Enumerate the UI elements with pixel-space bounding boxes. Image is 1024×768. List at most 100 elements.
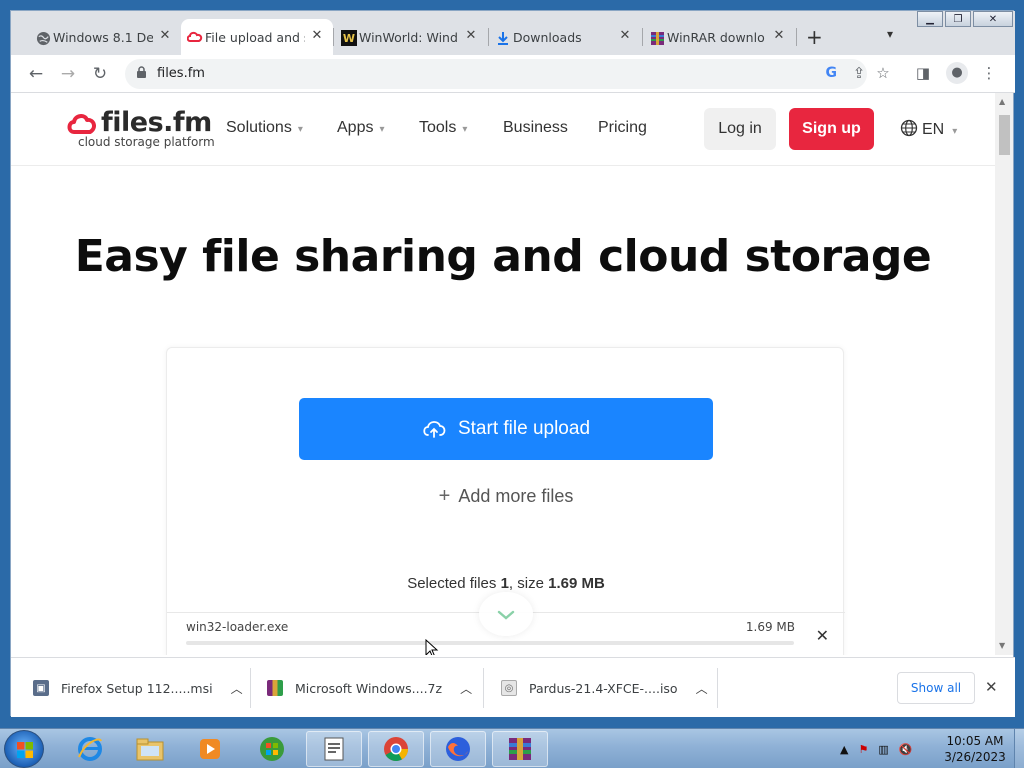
download-item[interactable]: ▣ Firefox Setup 112.....msi ︿ xyxy=(33,658,243,718)
download-item[interactable]: ◎ Pardus-21.4-XFCE-....iso ︿ xyxy=(501,658,708,718)
upload-card: Start file upload + Add more files Select… xyxy=(166,347,845,655)
download-name: Microsoft Windows....7z xyxy=(295,680,443,696)
system-tray: ▲ ⚑ ▥ 🔇 xyxy=(840,729,922,768)
file-size: 1.69 MB xyxy=(745,620,795,634)
scroll-down-icon[interactable]: ▼ xyxy=(999,641,1005,650)
media-center-taskbar-icon[interactable] xyxy=(244,731,300,767)
address-bar[interactable]: files.fm G ⇪ xyxy=(125,59,867,89)
clock-date: 3/26/2023 xyxy=(944,750,1006,764)
tab-title: Windows 8.1 Def xyxy=(53,29,153,45)
language-code: EN xyxy=(922,121,945,138)
winrar-taskbar-icon[interactable] xyxy=(492,731,548,767)
download-separator xyxy=(250,668,251,708)
volume-muted-icon[interactable]: 🔇 xyxy=(899,743,913,756)
menu-label: Solutions xyxy=(226,119,292,136)
chrome-taskbar-icon[interactable] xyxy=(368,731,424,767)
tab-title: Downloads xyxy=(513,29,582,45)
action-center-icon[interactable]: ⚑ xyxy=(858,743,868,756)
firefox-taskbar-icon[interactable] xyxy=(430,731,486,767)
remove-file-icon[interactable]: ✕ xyxy=(816,626,829,645)
browser-window: Windows 8.1 Def ✕ File upload and s ✕ W … xyxy=(10,10,1015,717)
network-icon[interactable]: ▥ xyxy=(878,743,888,756)
cloud-upload-icon xyxy=(423,421,446,438)
reload-icon[interactable]: ↻ xyxy=(89,63,111,85)
site-header: files.fm cloud storage platform Solution… xyxy=(11,93,995,166)
globe-icon xyxy=(35,30,51,46)
scroll-thumb[interactable] xyxy=(999,115,1010,155)
tab-separator xyxy=(642,28,643,46)
page-scrollbar[interactable]: ▲ ▼ xyxy=(995,93,1013,655)
show-desktop-button[interactable] xyxy=(1014,729,1024,768)
show-all-button[interactable]: Show all xyxy=(897,672,975,704)
downloads-shelf: ▣ Firefox Setup 112.....msi ︿ Microsoft … xyxy=(11,657,1015,717)
windows-taskbar: ▲ ⚑ ▥ 🔇 10:05 AM 3/26/2023 xyxy=(0,728,1024,768)
globe-icon xyxy=(900,119,918,137)
ie-taskbar-icon[interactable] xyxy=(62,731,118,767)
media-player-taskbar-icon[interactable] xyxy=(182,731,238,767)
forward-icon[interactable]: → xyxy=(57,63,79,85)
download-name: Pardus-21.4-XFCE-....iso xyxy=(529,680,678,696)
scroll-up-icon[interactable]: ▲ xyxy=(999,97,1005,106)
start-upload-label: Start file upload xyxy=(457,418,591,439)
download-item[interactable]: Microsoft Windows....7z ︿ xyxy=(267,658,472,718)
add-more-files-button[interactable]: + Add more files xyxy=(167,485,845,508)
signup-button[interactable]: Sign up xyxy=(789,108,874,150)
download-separator xyxy=(717,668,718,708)
chevron-down-icon: ▾ xyxy=(379,124,385,135)
login-button[interactable]: Log in xyxy=(704,108,776,150)
chevron-up-icon[interactable]: ︿ xyxy=(696,680,708,697)
tab-winrar[interactable]: WinRAR downlo ✕ xyxy=(643,19,795,55)
iso-icon: ◎ xyxy=(501,680,517,696)
language-selector[interactable]: EN ▾ xyxy=(900,119,957,139)
menu-pricing[interactable]: Pricing xyxy=(598,119,647,137)
explorer-taskbar-icon[interactable] xyxy=(122,731,178,767)
restore-icon[interactable]: ❐ xyxy=(945,11,971,27)
chevron-up-icon[interactable]: ︿ xyxy=(460,680,472,697)
menu-kebab-icon[interactable]: ⋮ xyxy=(979,64,999,82)
file-name: win32-loader.exe xyxy=(186,620,289,634)
tab-filesfm[interactable]: File upload and s ✕ xyxy=(181,19,333,55)
tab-winworld[interactable]: W WinWorld: Wind ✕ xyxy=(335,19,487,55)
tab-windows81[interactable]: Windows 8.1 Def ✕ xyxy=(29,19,181,55)
file-progress-bar xyxy=(186,641,794,645)
close-tab-icon[interactable]: ✕ xyxy=(617,28,633,43)
start-button[interactable] xyxy=(4,730,44,768)
minimize-icon[interactable]: ▁ xyxy=(917,11,943,27)
tab-search-icon[interactable]: ▾ xyxy=(887,27,893,41)
notepad-taskbar-icon[interactable] xyxy=(306,731,362,767)
close-shelf-icon[interactable]: ✕ xyxy=(985,678,998,696)
new-tab-button[interactable]: + xyxy=(806,25,823,49)
close-window-icon[interactable]: ✕ xyxy=(973,11,1013,27)
download-name: Firefox Setup 112.....msi xyxy=(61,680,213,696)
start-upload-button[interactable]: Start file upload xyxy=(299,398,713,460)
close-tab-icon[interactable]: ✕ xyxy=(309,28,325,43)
share-icon[interactable]: ⇪ xyxy=(849,64,869,82)
logo-tagline: cloud storage platform xyxy=(78,135,215,149)
tray-expand-icon[interactable]: ▲ xyxy=(840,743,848,756)
tab-title: WinRAR downlo xyxy=(667,29,765,45)
chevron-down-icon: ▾ xyxy=(462,124,468,135)
close-tab-icon[interactable]: ✕ xyxy=(157,28,173,43)
google-icon[interactable]: G xyxy=(826,65,838,81)
menu-label: Business xyxy=(503,119,568,136)
side-panel-icon[interactable]: ◨ xyxy=(913,64,933,82)
menu-apps[interactable]: Apps ▾ xyxy=(337,119,385,137)
taskbar-clock[interactable]: 10:05 AM 3/26/2023 xyxy=(940,733,1010,765)
menu-tools[interactable]: Tools ▾ xyxy=(419,119,467,137)
tab-separator xyxy=(796,28,797,46)
web-page: files.fm cloud storage platform Solution… xyxy=(11,93,995,655)
tab-downloads[interactable]: Downloads ✕ xyxy=(489,19,641,55)
plus-icon: + xyxy=(438,485,451,507)
chevron-down-icon[interactable] xyxy=(479,592,533,636)
menu-business[interactable]: Business xyxy=(503,119,568,137)
menu-solutions[interactable]: Solutions ▾ xyxy=(226,119,303,137)
selection-summary: Selected files 1, size 1.69 MB xyxy=(167,575,845,592)
profile-avatar-icon[interactable]: ● xyxy=(946,62,968,84)
back-icon[interactable]: ← xyxy=(25,63,47,85)
bookmark-star-icon[interactable]: ☆ xyxy=(873,64,893,82)
chevron-up-icon[interactable]: ︿ xyxy=(231,680,243,697)
hero-title: Easy file sharing and cloud storage xyxy=(74,231,932,282)
mouse-cursor-icon xyxy=(425,639,439,655)
close-tab-icon[interactable]: ✕ xyxy=(771,28,787,43)
close-tab-icon[interactable]: ✕ xyxy=(463,28,479,43)
